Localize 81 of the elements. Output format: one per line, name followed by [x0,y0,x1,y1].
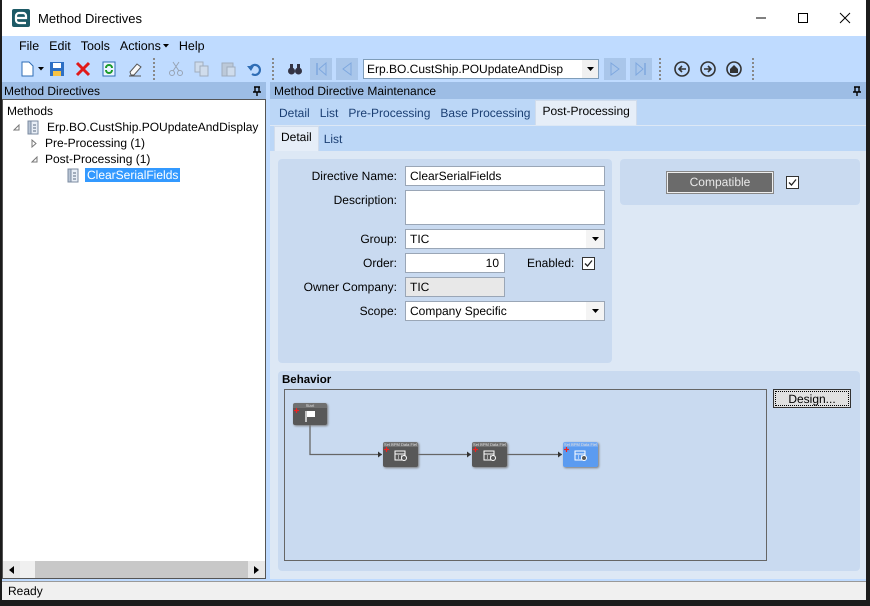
menu-item[interactable]: Help [174,39,210,53]
status-text: Ready [8,584,43,598]
plus-icon [473,447,478,452]
horizontal-scrollbar[interactable] [2,561,266,579]
checkbox[interactable] [582,256,596,270]
expanded-icon[interactable] [12,124,20,130]
plus-icon [294,408,299,413]
tab[interactable]: List [318,128,348,151]
flag-icon [304,410,316,422]
back-icon [674,61,690,77]
connector-line [418,452,471,458]
home-icon [726,61,742,77]
save-icon [49,61,65,77]
tab[interactable]: List [314,102,344,125]
refresh-icon [101,61,117,77]
panel-title: Method Directive Maintenance [274,84,438,98]
tab[interactable]: Base Processing [435,102,536,125]
scissors-icon [168,61,184,77]
number-field[interactable]: 10 [405,253,505,273]
tree-item[interactable]: Pre-Processing (1) [43,136,148,150]
pin-icon[interactable] [252,86,262,96]
scroll-left-icon[interactable] [9,566,14,574]
calendar-icon [394,449,407,461]
copy-icon [194,61,210,77]
window-title: Method Directives [38,10,142,26]
checkbox[interactable] [786,176,799,188]
record-navigator-dropdown[interactable]: Erp.BO.CustShip.POUpdateAndDisp [363,59,599,79]
calendar-icon [574,449,587,461]
field-label: Directive Name: [310,168,397,185]
maximize-icon[interactable] [797,12,809,24]
caret-icon [38,67,44,71]
tab[interactable]: Detail [274,126,319,151]
section-title: Behavior [282,374,332,386]
close-icon[interactable] [839,12,851,24]
expanded-icon[interactable] [30,156,38,162]
caret-icon [592,309,598,313]
scrollbar-thumb[interactable] [20,561,35,578]
pin-icon[interactable] [852,86,862,96]
cross-icon [75,61,91,77]
scroll-right-icon[interactable] [254,566,259,574]
menu-item[interactable]: File [14,39,44,53]
design-button[interactable]: Design... [773,389,851,408]
dropdown[interactable]: TIC [405,229,605,249]
plus-icon [564,447,569,452]
dropdown[interactable]: Company Specific [405,301,605,321]
back-button[interactable] [671,58,693,80]
connector-line [507,452,562,458]
calendar-icon [483,449,496,461]
checkbox-label: Enabled: [527,256,574,270]
field-label: Order: [362,255,397,272]
forward-button[interactable] [697,58,719,80]
last-record-icon [633,61,649,77]
new-document-icon [19,61,35,77]
undo-icon [246,61,262,77]
app-logo-icon [12,9,30,27]
text-field[interactable]: ClearSerialFields [405,166,605,186]
forward-icon [700,61,716,77]
paste-icon [220,61,236,77]
tree-item[interactable]: Erp.BO.CustShip.POUpdateAndDisplay [45,120,260,134]
field-label: Description: [332,192,397,209]
tree-item[interactable]: Methods [5,104,56,118]
field-label: Group: [359,231,397,248]
menu-item[interactable]: Edit [44,39,76,53]
collapsed-icon[interactable] [31,138,37,148]
caret-icon [592,237,598,241]
tab[interactable]: Post-Processing [535,100,637,125]
home-button[interactable] [723,58,745,80]
compatible-button[interactable]: Compatible [667,172,773,192]
tab[interactable]: Pre-Processing [343,102,436,125]
tree-item[interactable]: Post-Processing (1) [43,152,152,166]
field-label: Owner Company: [302,279,397,296]
eraser-icon [127,61,143,77]
field-label: Scope: [358,303,397,320]
binoculars-icon [287,61,303,77]
menu-item[interactable]: Actions [114,39,174,53]
read-only-field: TIC [405,277,505,297]
menu-item[interactable]: Tools [76,39,115,53]
plus-icon [384,447,389,452]
panel-title: Method Directives [4,84,102,98]
tab[interactable]: Detail [274,102,315,125]
caret-icon [586,67,594,71]
